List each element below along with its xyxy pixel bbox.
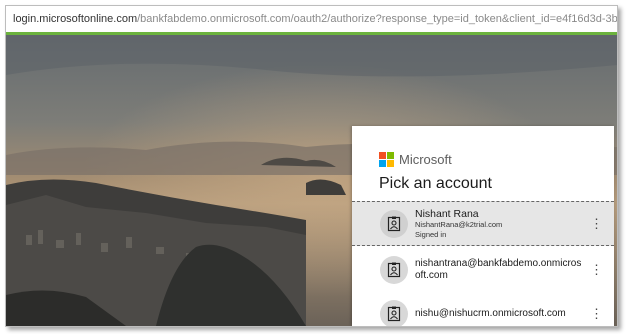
microsoft-logo-icon — [379, 152, 394, 167]
address-bar[interactable]: login.microsoftonline.com/bankfabdemo.on… — [6, 6, 617, 35]
account-info: nishu@nishucrm.onmicrosoft.com — [415, 308, 584, 320]
person-badge-icon — [387, 216, 401, 231]
account-status: Signed in — [415, 229, 447, 239]
account-info: Nishant Rana NishantRana@k2trial.com Sig… — [415, 208, 584, 240]
person-badge-icon — [387, 262, 401, 277]
avatar — [380, 209, 408, 238]
more-options-icon[interactable]: ⋮ — [590, 217, 603, 230]
url-host: login.microsoftonline.com — [13, 13, 138, 25]
brand-name: Microsoft — [399, 152, 452, 167]
account-email: NishantRana@k2trial.com — [415, 219, 503, 229]
account-tile-nishucrm[interactable]: nishu@nishucrm.onmicrosoft.com ⋮ — [352, 292, 614, 326]
avatar — [380, 255, 408, 284]
account-picker-card: Microsoft Pick an account Nishant Rana N… — [352, 126, 614, 326]
more-options-icon[interactable]: ⋮ — [590, 263, 603, 276]
account-tile-bankfabdemo[interactable]: nishantrana@bankfabdemo.onmicrosoft.com … — [352, 248, 614, 291]
account-name: Nishant Rana — [415, 207, 479, 220]
account-name: nishantrana@bankfabdemo.onmicrosoft.com — [415, 257, 582, 281]
avatar — [380, 299, 408, 326]
logo-square-blue — [379, 160, 386, 167]
url-path: /bankfabdemo.onmicrosoft.com/oauth2/auth… — [137, 13, 617, 25]
logo-square-yellow — [387, 160, 394, 167]
account-tile-nishant-rana[interactable]: Nishant Rana NishantRana@k2trial.com Sig… — [352, 201, 614, 246]
account-name: nishu@nishucrm.onmicrosoft.com — [415, 307, 566, 319]
logo-square-red — [379, 152, 386, 159]
page-title: Pick an account — [379, 175, 492, 192]
person-badge-icon — [387, 306, 401, 321]
browser-window: login.microsoftonline.com/bankfabdemo.on… — [5, 5, 618, 327]
account-info: nishantrana@bankfabdemo.onmicrosoft.com — [415, 258, 584, 282]
microsoft-logo: Microsoft — [379, 152, 452, 167]
more-options-icon[interactable]: ⋮ — [590, 307, 603, 320]
logo-square-green — [387, 152, 394, 159]
